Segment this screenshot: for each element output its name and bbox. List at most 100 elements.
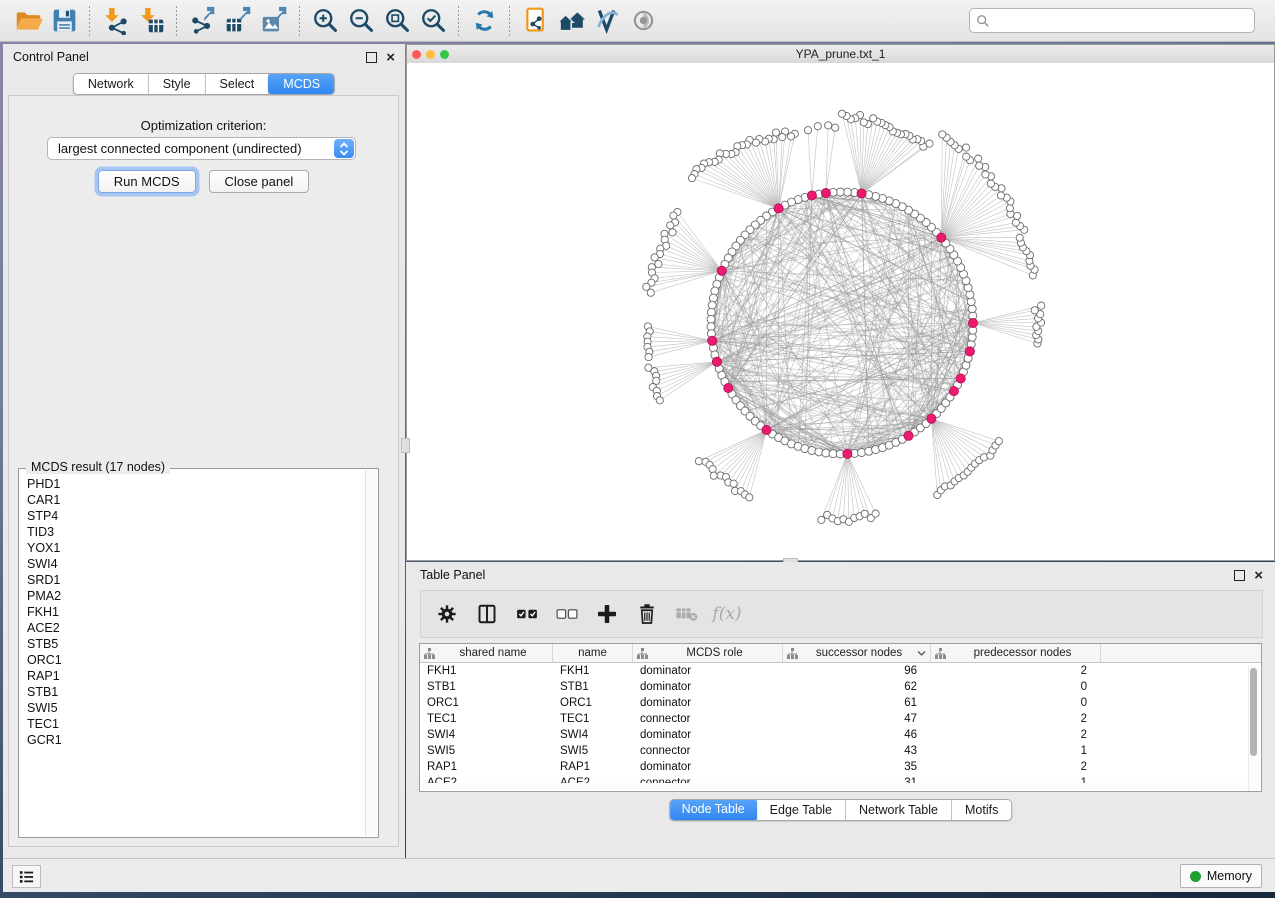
show-all-nodes-edges-button[interactable]	[553, 4, 589, 38]
houses-icon	[557, 6, 586, 35]
float-panel-icon[interactable]	[1234, 570, 1245, 581]
mcds-result-item[interactable]: SRD1	[27, 572, 366, 588]
cell-shared-name: SWI4	[420, 727, 553, 743]
tab-node-table[interactable]: Node Table	[669, 799, 758, 821]
table-row[interactable]: YOX1YOX1connector291	[420, 791, 1261, 792]
table-row[interactable]: STB1STB1dominator620	[420, 679, 1261, 695]
mcds-result-item[interactable]: TID3	[27, 524, 366, 540]
new-network-from-selection-button[interactable]	[517, 4, 553, 38]
deselect-all-checkboxes-button[interactable]	[549, 595, 585, 633]
import-network-button[interactable]	[97, 4, 133, 38]
zoom-fit-button[interactable]	[379, 4, 415, 38]
column-header-name[interactable]: name	[553, 644, 633, 662]
memory-button[interactable]: Memory	[1180, 864, 1262, 888]
zoom-selected-button[interactable]	[415, 4, 451, 38]
mcds-result-item[interactable]: CAR1	[27, 492, 366, 508]
mcds-result-item[interactable]: STB1	[27, 684, 366, 700]
mcds-result-item[interactable]: PHD1	[27, 476, 366, 492]
mcds-result-item[interactable]: FKH1	[27, 604, 366, 620]
mcds-result-item[interactable]: STP4	[27, 508, 366, 524]
mcds-result-scrollbar[interactable]	[365, 470, 377, 836]
network-window-titlebar[interactable]: YPA_prune.txt_1	[407, 45, 1274, 64]
table-horizontal-scrollbar[interactable]	[421, 783, 1247, 790]
table-options-gear-button[interactable]	[429, 595, 465, 633]
mcds-result-item[interactable]: STB5	[27, 636, 366, 652]
export-image-icon	[260, 6, 289, 35]
column-header-MCDS-role[interactable]: MCDS role	[633, 644, 783, 662]
cell-predecessor-nodes: 2	[931, 759, 1101, 775]
table-row[interactable]: FKH1FKH1dominator962	[420, 663, 1261, 679]
export-image-button[interactable]	[256, 4, 292, 38]
table-row[interactable]: TEC1TEC1connector472	[420, 711, 1261, 727]
tab-motifs[interactable]: Motifs	[952, 800, 1011, 820]
network-canvas[interactable]	[407, 63, 1274, 560]
refresh-view-button[interactable]	[466, 4, 502, 38]
add-column-button[interactable]	[589, 595, 625, 633]
zoom-out-button[interactable]	[343, 4, 379, 38]
mcds-result-list[interactable]: PHD1CAR1STP4TID3YOX1SWI4SRD1PMA2FKH1ACE2…	[20, 470, 366, 836]
column-header-shared-name[interactable]: shared name	[420, 644, 553, 662]
cell-name: TEC1	[553, 711, 633, 727]
mcds-result-item[interactable]: PMA2	[27, 588, 366, 604]
run-mcds-button[interactable]: Run MCDS	[98, 170, 196, 193]
search-input[interactable]	[990, 13, 1248, 29]
close-panel-icon[interactable]: ×	[1254, 571, 1263, 580]
zoom-in-button[interactable]	[307, 4, 343, 38]
tab-edge-table[interactable]: Edge Table	[757, 800, 846, 820]
optimization-criterion-select[interactable]: largest connected component (undirected)	[47, 137, 356, 160]
column-header-successor-nodes[interactable]: successor nodes	[783, 644, 931, 662]
mcds-result-item[interactable]: SWI5	[27, 700, 366, 716]
node-table[interactable]: shared namenameMCDS rolesuccessor nodesp…	[419, 643, 1262, 792]
zoom-in-icon	[311, 6, 340, 35]
refresh-icon	[470, 6, 499, 35]
cell-shared-name: YOX1	[420, 791, 553, 792]
vertical-splitter-grip[interactable]	[401, 438, 410, 453]
vizmapper-icon	[593, 6, 622, 35]
toolbar-separator	[458, 6, 459, 36]
close-panel-icon[interactable]: ×	[386, 53, 395, 62]
tab-network[interactable]: Network	[74, 74, 149, 94]
select-all-checkboxes-button[interactable]	[509, 595, 545, 633]
save-session-button[interactable]	[46, 4, 82, 38]
memory-label: Memory	[1207, 869, 1252, 883]
network-window-title: YPA_prune.txt_1	[407, 47, 1274, 61]
export-network-button[interactable]	[184, 4, 220, 38]
cell-predecessor-nodes: 2	[931, 711, 1101, 727]
show-panel-list-button[interactable]	[12, 865, 41, 888]
float-panel-icon[interactable]	[366, 52, 377, 63]
main-toolbar	[0, 0, 1275, 42]
export-table-button[interactable]	[220, 4, 256, 38]
zoom-selected-icon	[419, 6, 448, 35]
show-columns-button[interactable]	[469, 595, 505, 633]
import-table-button[interactable]	[133, 4, 169, 38]
table-row[interactable]: RAP1RAP1dominator352	[420, 759, 1261, 775]
open-file-button[interactable]	[10, 4, 46, 38]
vizmapper-button[interactable]	[589, 4, 625, 38]
hide-selected-button[interactable]	[625, 4, 661, 38]
cell-predecessor-nodes: 0	[931, 695, 1101, 711]
mcds-result-item[interactable]: GCR1	[27, 732, 366, 748]
tab-select[interactable]: Select	[206, 74, 270, 94]
table-row[interactable]: SWI4SWI4dominator462	[420, 727, 1261, 743]
mcds-result-item[interactable]: ORC1	[27, 652, 366, 668]
cell-MCDS-role: dominator	[633, 759, 783, 775]
column-header-predecessor-nodes[interactable]: predecessor nodes	[931, 644, 1101, 662]
tab-mcds[interactable]: MCDS	[268, 73, 335, 95]
delete-column-button[interactable]	[629, 595, 665, 633]
import-network-icon	[101, 6, 130, 35]
tab-style[interactable]: Style	[149, 74, 206, 94]
mcds-result-item[interactable]: TEC1	[27, 716, 366, 732]
table-row[interactable]: SWI5SWI5connector431	[420, 743, 1261, 759]
table-scrollbar-thumb[interactable]	[1250, 668, 1257, 756]
mcds-result-item[interactable]: ACE2	[27, 620, 366, 636]
control-panel-tabs: NetworkStyleSelectMCDS	[73, 73, 335, 95]
mcds-result-item[interactable]: SWI4	[27, 556, 366, 572]
tab-network-table[interactable]: Network Table	[846, 800, 952, 820]
mcds-result-item[interactable]: RAP1	[27, 668, 366, 684]
mcds-result-item[interactable]: YOX1	[27, 540, 366, 556]
table-vertical-scrollbar[interactable]	[1248, 666, 1259, 792]
cell-shared-name: ORC1	[420, 695, 553, 711]
close-panel-button[interactable]: Close panel	[209, 170, 310, 193]
zoom-out-icon	[347, 6, 376, 35]
table-row[interactable]: ORC1ORC1dominator610	[420, 695, 1261, 711]
